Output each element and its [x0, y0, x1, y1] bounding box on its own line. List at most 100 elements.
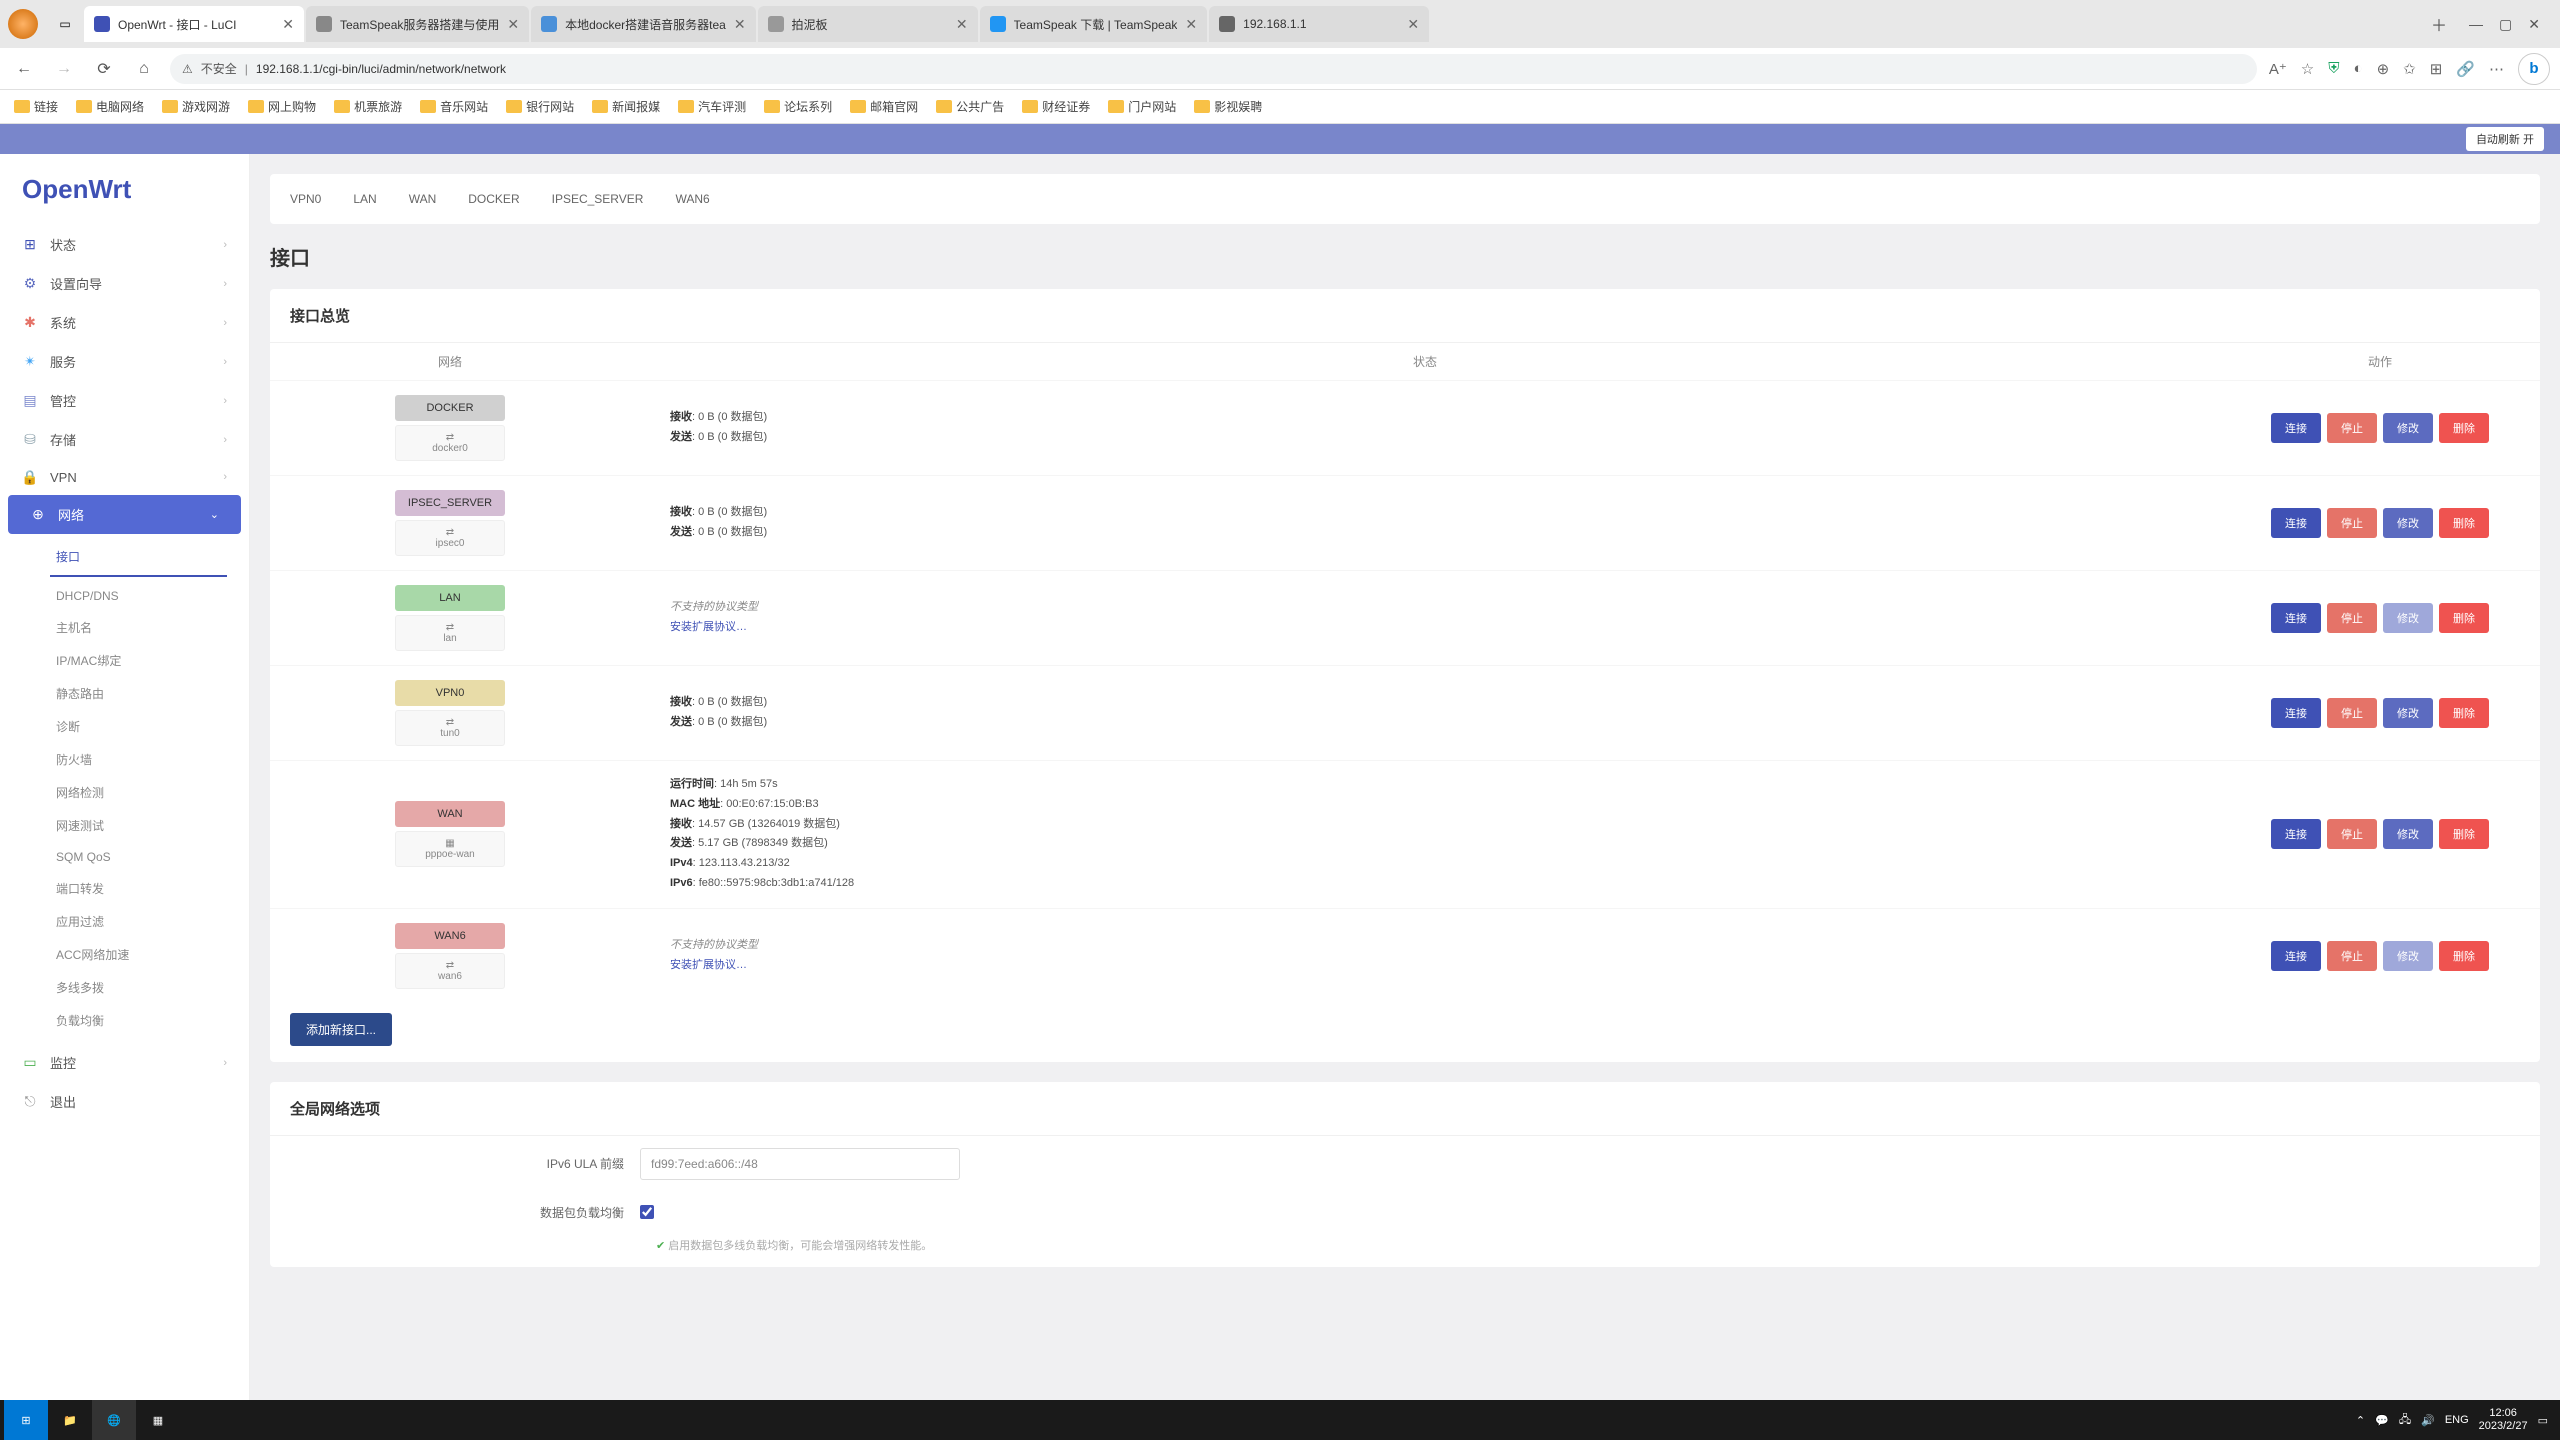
sidebar-subitem[interactable]: DHCP/DNS	[0, 581, 249, 611]
interface-tab[interactable]: VPN0	[286, 178, 325, 220]
sidebar-subitem[interactable]: 应用过滤	[0, 905, 249, 938]
sidebar-item[interactable]: ✱系统›	[0, 303, 249, 342]
tray-chat-icon[interactable]: 💬	[2375, 1414, 2389, 1427]
bookmark-item[interactable]: 新闻报媒	[592, 98, 660, 115]
link-icon[interactable]: 🔗	[2456, 60, 2475, 78]
delete-button[interactable]: 删除	[2439, 603, 2489, 633]
sidebar-subitem[interactable]: 网速测试	[0, 809, 249, 842]
edit-button[interactable]: 修改	[2383, 941, 2433, 971]
sidebar-subitem[interactable]: 主机名	[0, 611, 249, 644]
sidebar-subitem[interactable]: 静态路由	[0, 677, 249, 710]
bookmark-item[interactable]: 游戏网游	[162, 98, 230, 115]
start-button[interactable]: ⊞	[4, 1400, 48, 1440]
sidebar-item-network[interactable]: ⊕ 网络 ⌄	[8, 495, 241, 534]
bookmark-item[interactable]: 机票旅游	[334, 98, 402, 115]
delete-button[interactable]: 删除	[2439, 819, 2489, 849]
close-tab-icon[interactable]: ✕	[734, 16, 746, 33]
sidebar-item[interactable]: ✴服务›	[0, 342, 249, 381]
connect-button[interactable]: 连接	[2271, 508, 2321, 538]
edit-button[interactable]: 修改	[2383, 603, 2433, 633]
connect-button[interactable]: 连接	[2271, 698, 2321, 728]
bookmark-item[interactable]: 公共广告	[936, 98, 1004, 115]
bookmark-item[interactable]: 网上购物	[248, 98, 316, 115]
app-icon[interactable]: ▦	[136, 1400, 180, 1440]
sidebar-subitem[interactable]: ACC网络加速	[0, 938, 249, 971]
more-icon[interactable]: ⋯	[2489, 60, 2504, 78]
interface-tab[interactable]: LAN	[349, 178, 380, 220]
close-tab-icon[interactable]: ✕	[956, 16, 968, 33]
sidebar-subitem[interactable]: 防火墙	[0, 743, 249, 776]
language-indicator[interactable]: ENG	[2445, 1414, 2469, 1426]
tray-chevron-icon[interactable]: ⌃	[2356, 1414, 2365, 1427]
bing-chat-icon[interactable]: b	[2518, 53, 2550, 85]
close-window-icon[interactable]: ✕	[2528, 16, 2540, 33]
sidebar-subitem[interactable]: 接口	[0, 540, 249, 573]
interface-tab[interactable]: IPSEC_SERVER	[548, 178, 648, 220]
install-protocol-link[interactable]: 安装扩展协议…	[670, 618, 2240, 638]
stop-button[interactable]: 停止	[2327, 698, 2377, 728]
browser-tab[interactable]: TeamSpeak 下载 | TeamSpeak✕	[980, 6, 1208, 42]
collections-icon[interactable]: ⊞	[2430, 60, 2443, 78]
balance-checkbox[interactable]	[640, 1205, 654, 1219]
home-button[interactable]: ⌂	[130, 55, 158, 83]
connect-button[interactable]: 连接	[2271, 941, 2321, 971]
edit-button[interactable]: 修改	[2383, 413, 2433, 443]
add-interface-button[interactable]: 添加新接口...	[290, 1013, 392, 1046]
bookmark-item[interactable]: 邮箱官网	[850, 98, 918, 115]
connect-button[interactable]: 连接	[2271, 413, 2321, 443]
stop-button[interactable]: 停止	[2327, 819, 2377, 849]
sidebar-subitem[interactable]: SQM QoS	[0, 842, 249, 872]
close-tab-icon[interactable]: ✕	[1185, 16, 1197, 33]
close-tab-icon[interactable]: ✕	[282, 16, 294, 33]
interface-tab[interactable]: WAN6	[671, 178, 713, 220]
clock[interactable]: 12:06 2023/2/27	[2479, 1407, 2528, 1433]
browser-tab[interactable]: 本地docker搭建语音服务器tea✕	[531, 6, 755, 42]
minimize-icon[interactable]: ―	[2469, 16, 2483, 33]
install-protocol-link[interactable]: 安装扩展协议…	[670, 956, 2240, 976]
sidebar-item[interactable]: ⛁存储›	[0, 420, 249, 459]
bookmark-item[interactable]: 论坛系列	[764, 98, 832, 115]
sidebar-subitem[interactable]: 端口转发	[0, 872, 249, 905]
stop-button[interactable]: 停止	[2327, 603, 2377, 633]
edge-icon[interactable]: 🌐	[92, 1400, 136, 1440]
browser-tab[interactable]: 192.168.1.1✕	[1209, 6, 1429, 42]
forward-button[interactable]: →	[50, 55, 78, 83]
sidebar-subitem[interactable]: 诊断	[0, 710, 249, 743]
browser-tab[interactable]: OpenWrt - 接口 - LuCI✕	[84, 6, 304, 42]
interface-tab[interactable]: WAN	[405, 178, 441, 220]
profile-avatar[interactable]	[8, 9, 38, 39]
bookmark-item[interactable]: 汽车评测	[678, 98, 746, 115]
read-aloud-icon[interactable]: A⁺	[2269, 60, 2287, 78]
explorer-icon[interactable]: 📁	[48, 1400, 92, 1440]
stop-button[interactable]: 停止	[2327, 508, 2377, 538]
bookmark-item[interactable]: 影视娱聘	[1194, 98, 1262, 115]
sidebar-item[interactable]: ⊞状态›	[0, 225, 249, 264]
close-tab-icon[interactable]: ✕	[507, 16, 519, 33]
delete-button[interactable]: 删除	[2439, 508, 2489, 538]
sidebar-item[interactable]: ⚙设置向导›	[0, 264, 249, 303]
edit-button[interactable]: 修改	[2383, 508, 2433, 538]
delete-button[interactable]: 删除	[2439, 698, 2489, 728]
connect-button[interactable]: 连接	[2271, 603, 2321, 633]
sidebar-subitem[interactable]: 多线多拨	[0, 971, 249, 1004]
sidebar-subitem[interactable]: IP/MAC绑定	[0, 644, 249, 677]
browser-tab[interactable]: 拍泥板✕	[758, 6, 978, 42]
delete-button[interactable]: 删除	[2439, 413, 2489, 443]
sidebar-item[interactable]: 🔒VPN›	[0, 459, 249, 495]
bookmark-item[interactable]: 门户网站	[1108, 98, 1176, 115]
sidebar-item[interactable]: ▤管控›	[0, 381, 249, 420]
bookmark-item[interactable]: 电脑网络	[76, 98, 144, 115]
ula-input[interactable]	[640, 1148, 960, 1180]
shield-icon[interactable]: ⛨	[2328, 60, 2339, 77]
bookmark-item[interactable]: 音乐网站	[420, 98, 488, 115]
tray-volume-icon[interactable]: 🔊	[2421, 1414, 2435, 1427]
connect-button[interactable]: 连接	[2271, 819, 2321, 849]
sidebar-subitem[interactable]: 网络检测	[0, 776, 249, 809]
notification-icon[interactable]: ▭	[2538, 1414, 2548, 1427]
new-tab-button[interactable]: ＋	[2425, 10, 2453, 38]
extensions-icon[interactable]: ⊕	[2377, 60, 2390, 78]
tray-network-icon[interactable]: 🖧	[2399, 1411, 2411, 1430]
interface-tab[interactable]: DOCKER	[464, 178, 523, 220]
auto-refresh-button[interactable]: 自动刷新 开	[2466, 127, 2544, 151]
favorites-bar-icon[interactable]: ✩	[2403, 60, 2416, 78]
